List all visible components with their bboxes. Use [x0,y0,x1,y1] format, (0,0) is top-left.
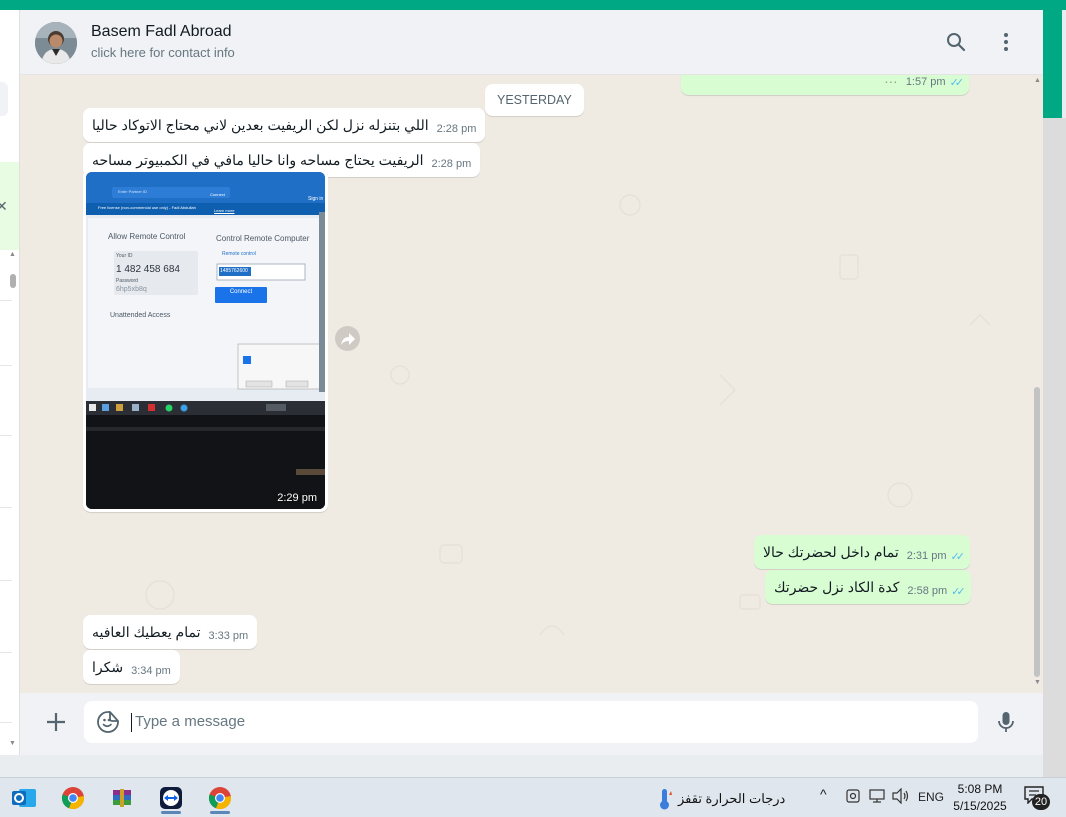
date-divider: YESTERDAY [485,84,584,116]
read-receipt-icon: ✓✓ [950,550,966,563]
photo-allow-heading: Allow Remote Control [108,232,186,241]
message-time: 3:34 pm [131,665,171,677]
selected-chat-edge[interactable]: ✕ [0,162,19,250]
message-bubble-outgoing[interactable]: كدة الكاد نزل حضرتك 2:58 pm ✓✓ [765,570,971,604]
message-bubble-incoming[interactable]: اللي بتنزله نزل لكن الريفيت بعدين لاني م… [83,108,486,142]
message-time: 3:33 pm [208,630,249,642]
message-text: تمام داخل لحضرتك حالا [763,543,899,560]
search-icon[interactable] [944,30,968,54]
camera-icon[interactable] [846,788,860,807]
input-language[interactable]: ENG [918,790,944,804]
read-receipt-icon: ✓✓ [949,76,965,89]
message-text: … [883,75,898,86]
divider [0,722,12,723]
divider [0,507,12,508]
scroll-up-icon[interactable]: ▲ [1034,77,1041,84]
close-icon: ✕ [0,198,8,215]
clock-date[interactable]: 5/15/2025 [950,799,1010,813]
chrome-active-icon[interactable] [200,782,240,814]
chrome-icon[interactable] [53,782,93,814]
avatar[interactable] [35,22,77,64]
contact-name[interactable]: Basem Fadl Abroad [91,23,232,41]
notification-count-badge: 20 [1032,794,1050,810]
search-box-edge[interactable] [0,82,8,116]
chat-list-scrollbar[interactable] [10,274,16,288]
chat-header[interactable]: Basem Fadl Abroad click here for contact… [20,10,1043,75]
divider [0,435,12,436]
message-time: 2:28 pm [436,123,477,135]
image-time: 2:29 pm [277,492,317,504]
chevron-up-icon[interactable]: ^ [820,786,827,802]
message-bubble-outgoing[interactable]: … 1:57 pm ✓✓ [681,75,969,95]
photo-password-label: Password [116,278,138,284]
right-gutter [1043,118,1066,778]
weather-text: درجات الحرارة تقفز [678,791,786,806]
scroll-down-icon[interactable]: ▼ [1034,679,1041,686]
divider [0,300,12,301]
scroll-down-icon[interactable]: ▼ [9,740,16,747]
message-text: شكرا [92,658,124,675]
photo-learn-more: Learn more [214,208,235,213]
message-text: كدة الكاد نزل حضرتك [774,578,900,595]
message-bubble-incoming[interactable]: شكرا 3:34 pm [83,650,180,684]
thermometer-icon [660,789,672,810]
message-time: 2:31 pm [906,550,947,562]
photo-sign-in: Sign in [308,196,324,202]
forward-icon[interactable] [335,326,360,351]
photo-your-id-label: Your ID [116,253,133,259]
message-text: الريفيت يحتاج مساحه وانا حاليا مافي في ا… [92,151,424,168]
message-placeholder: Type a message [135,713,246,730]
photo-unattended: Unattended Access [110,312,171,319]
photo-password-value: 6hp5xb8q [116,286,147,293]
message-text: تمام يعطيك العافيه [92,623,201,640]
message-time: 2:58 pm [907,585,948,597]
winrar-icon[interactable] [102,782,142,814]
photo-remote-control: Remote control [222,251,256,257]
photo-connect-top: Connect [210,192,225,197]
chat-list-edge: ✕ ▲ ▼ [0,10,20,755]
message-composer: Type a message [20,693,1043,755]
divider [0,652,12,653]
weather-widget[interactable]: درجات الحرارة تقفز [658,787,785,811]
photo-your-id-value: 1 482 458 684 [116,264,180,275]
menu-icon[interactable] [994,30,1018,54]
outlook-icon[interactable] [4,782,44,814]
volume-icon[interactable] [892,787,910,807]
divider [0,365,12,366]
top-accent-bar [0,0,1066,10]
photo-search-hint: Enter Partner ID [118,189,147,194]
read-receipt-icon: ✓✓ [951,585,966,598]
emoji-sticker-icon[interactable] [96,710,120,734]
message-time: 2:28 pm [431,158,472,170]
teamviewer-icon[interactable] [151,782,191,814]
message-bubble-incoming[interactable]: تمام يعطيك العافيه 3:33 pm [83,615,258,649]
network-icon[interactable] [869,788,885,807]
microphone-icon[interactable] [994,710,1018,734]
contact-info-hint[interactable]: click here for contact info [91,45,235,60]
image-message[interactable]: Enter Partner ID Connect Sign in Free li… [83,169,328,512]
photo-control-heading: Control Remote Computer [216,234,310,243]
clock-time[interactable]: 5:08 PM [955,782,1005,796]
right-accent-bar [1043,10,1062,118]
chat-window: Basem Fadl Abroad click here for contact… [20,10,1043,755]
message-bubble-outgoing[interactable]: تمام داخل لحضرتك حالا 2:31 pm ✓✓ [754,535,970,569]
notification-center-icon[interactable]: 20 [1022,786,1052,810]
scrollbar-thumb[interactable] [1034,387,1040,677]
message-input[interactable]: Type a message [84,701,978,743]
message-text: اللي بتنزله نزل لكن الريفيت بعدين لاني م… [92,116,429,133]
photo-license-banner: Free license (non-commercial use only) -… [98,205,196,210]
message-scrollbar[interactable]: ▲ ▼ [1032,75,1043,693]
screenshot-photo[interactable]: Enter Partner ID Connect Sign in Free li… [86,172,325,509]
scroll-up-icon[interactable]: ▲ [9,251,16,258]
message-time: 1:57 pm [905,76,946,88]
photo-partner-id: 1485762600 [220,268,248,274]
windows-taskbar: درجات الحرارة تقفز ^ ENG 5:08 PM 5/15/20… [0,777,1066,817]
attach-plus-icon[interactable] [44,710,68,734]
text-caret [131,713,132,732]
message-list[interactable]: … 1:57 pm ✓✓ YESTERDAY اللي بتنزله نزل ل… [20,75,1043,693]
divider [0,580,12,581]
photo-connect-button: Connect [229,289,253,295]
